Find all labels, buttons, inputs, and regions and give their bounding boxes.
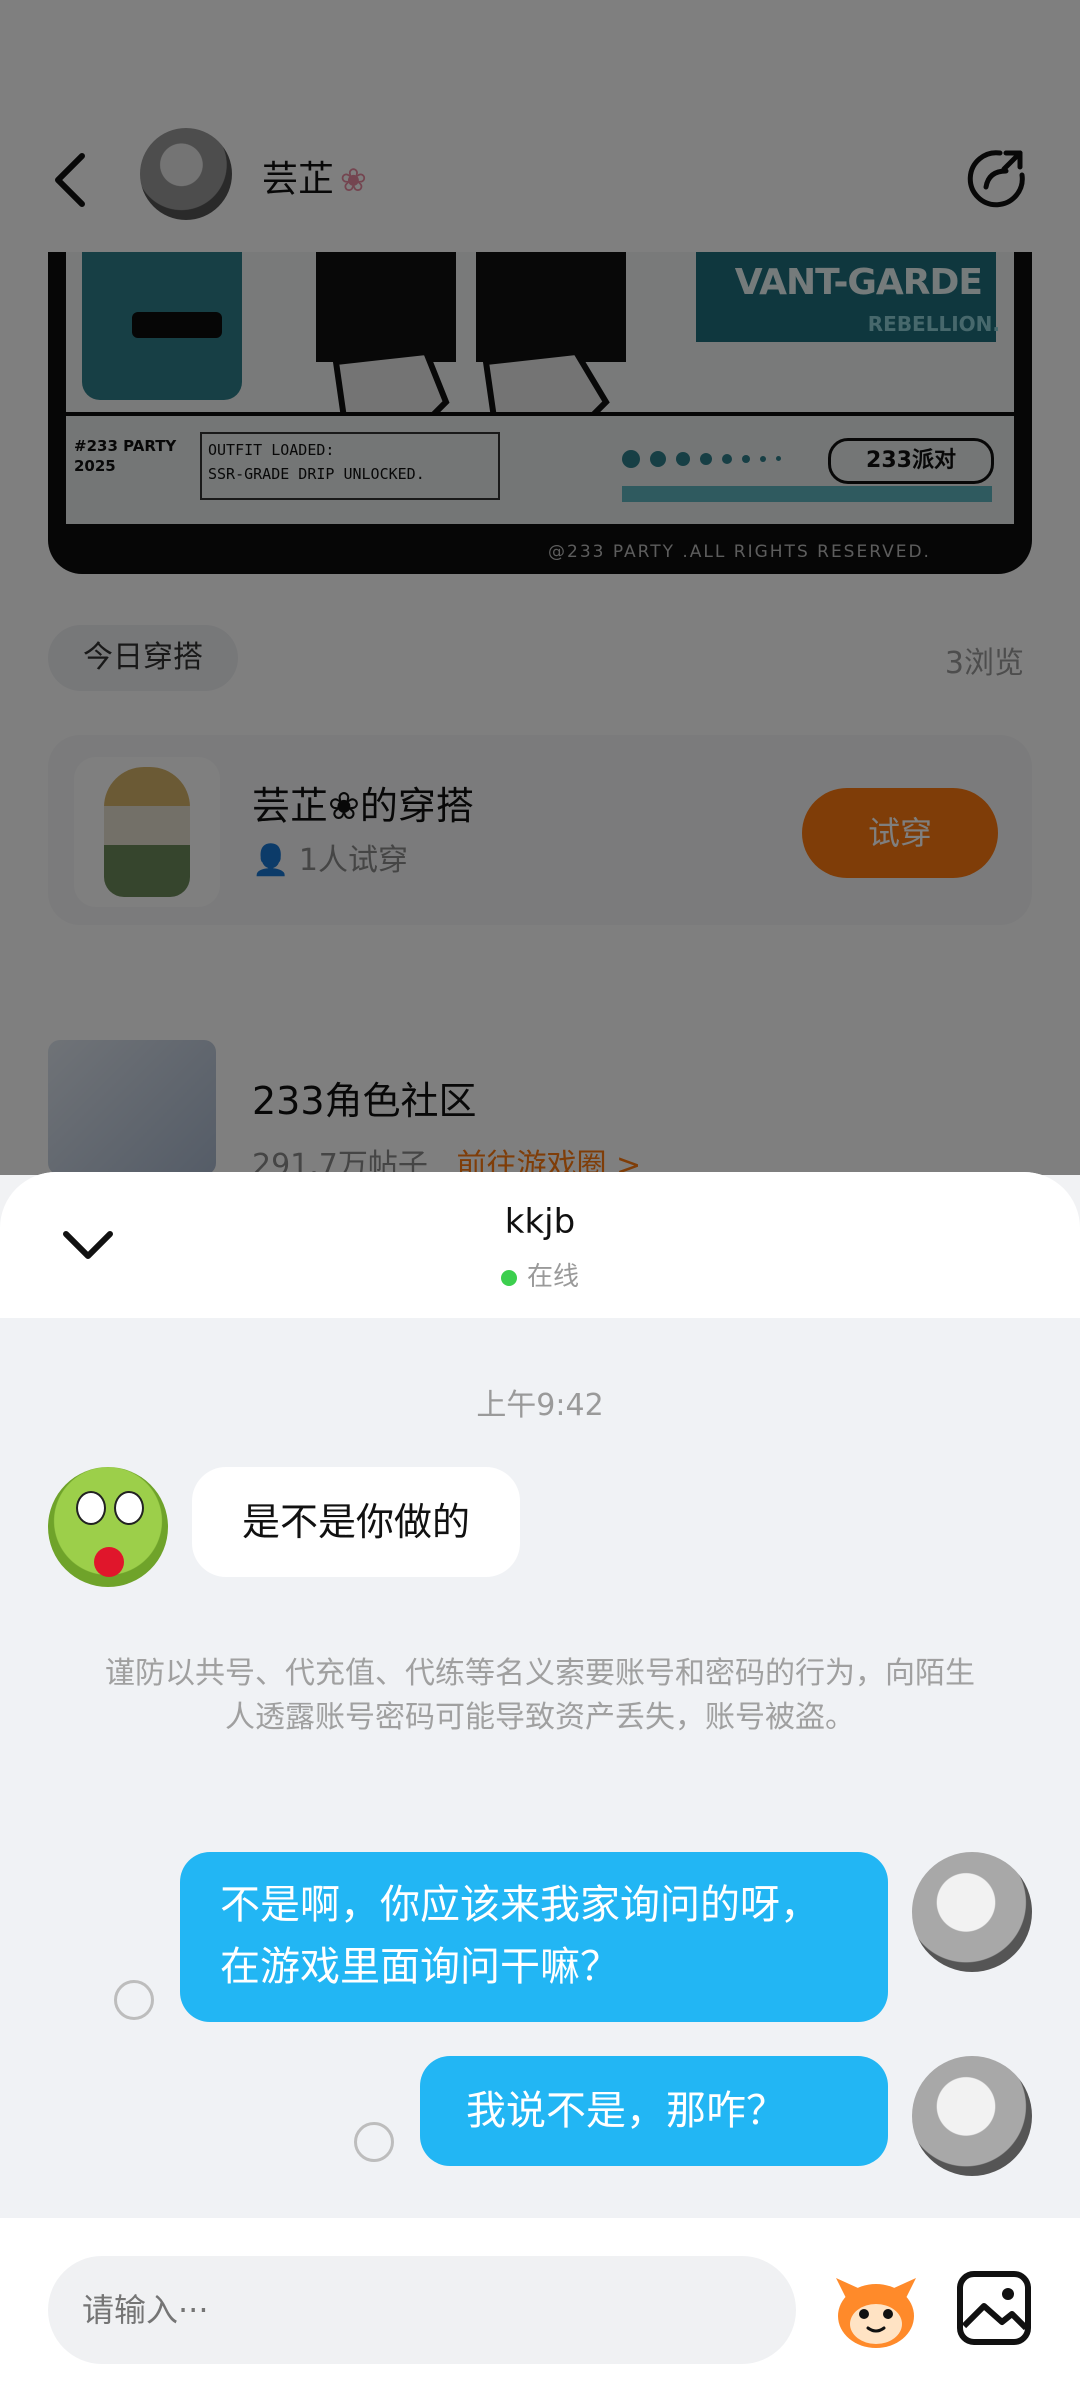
heart-icon xyxy=(94,1547,124,1577)
select-message-radio[interactable] xyxy=(114,1980,154,2020)
message-input[interactable] xyxy=(48,2256,796,2364)
outgoing-message[interactable]: 不是啊，你应该来我家询问的呀，在游戏里面询问干嘛？ xyxy=(180,1852,888,2022)
modal-overlay[interactable] xyxy=(0,0,1080,1175)
select-message-radio[interactable] xyxy=(354,2122,394,2162)
incoming-message[interactable]: 是不是你做的 xyxy=(192,1467,521,1577)
my-avatar[interactable] xyxy=(912,2056,1032,2176)
online-status: 在线 xyxy=(0,1256,1080,1293)
safety-warning: 谨防以共号、代充值、代练等名义索要账号和密码的行为，向陌生人透露账号密码可能导致… xyxy=(105,1656,975,1735)
online-dot-icon xyxy=(500,1269,517,1286)
my-avatar[interactable] xyxy=(912,1852,1032,1972)
chat-sheet: kkjb 在线 上午9:42 是不是你做的 谨防以共号、代充值、代练等名义索要账… xyxy=(0,1172,1080,2400)
outgoing-message[interactable]: 我说不是，那咋？ xyxy=(420,2056,888,2166)
chat-header: kkjb 在线 xyxy=(0,1172,1080,1318)
composer-bar xyxy=(0,2218,1080,2400)
message-timestamp: 上午9:42 xyxy=(476,1388,604,1423)
chat-partner-name: kkjb xyxy=(504,1202,576,1242)
image-icon[interactable] xyxy=(954,2268,1034,2348)
partner-avatar[interactable] xyxy=(48,1467,168,1587)
mascot-emoji-icon[interactable] xyxy=(832,2268,920,2352)
